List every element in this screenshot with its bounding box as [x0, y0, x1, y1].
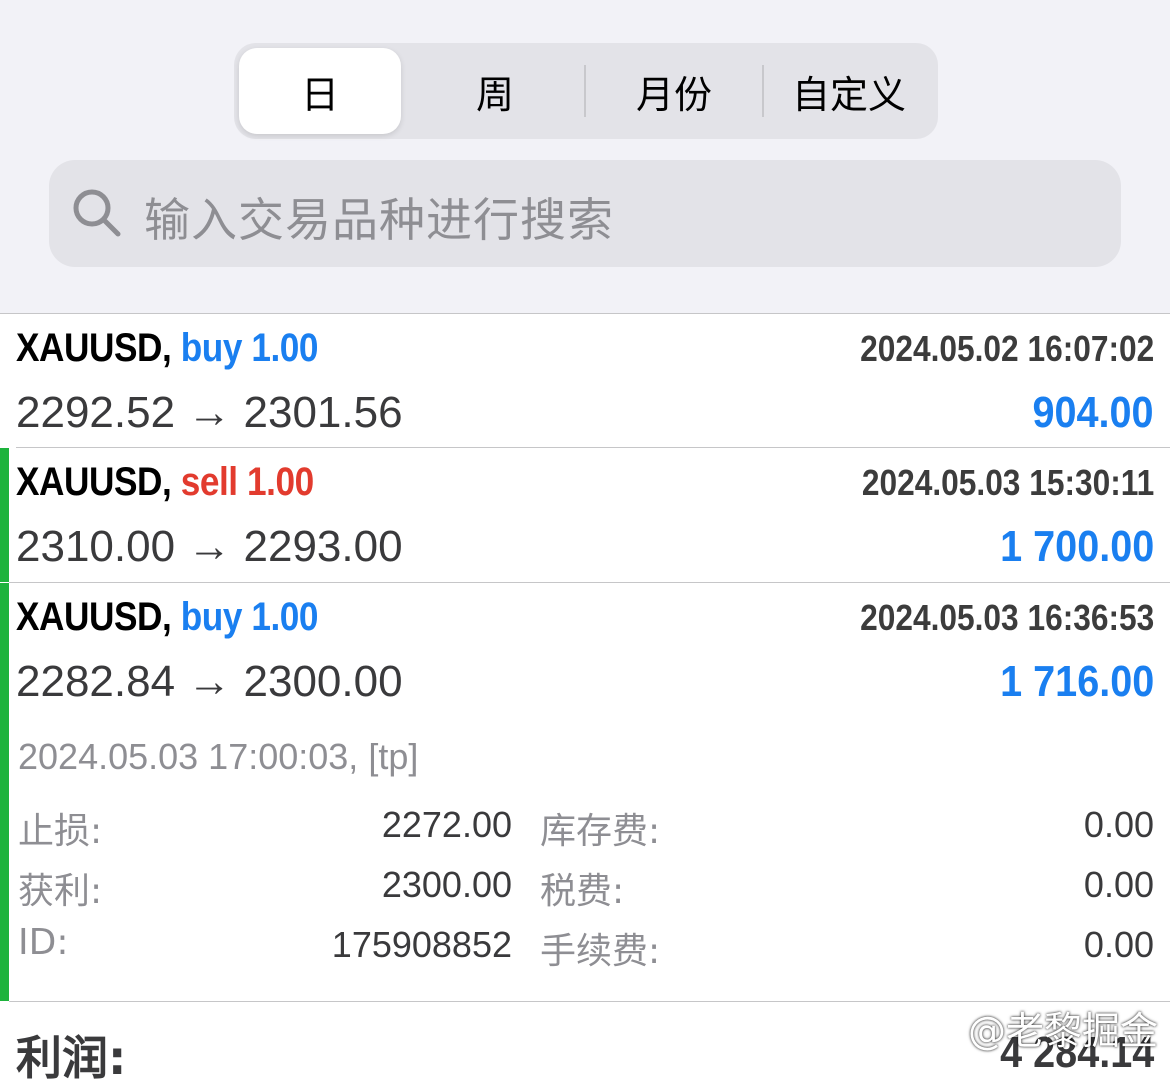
close-time-reason: 2024.05.03 17:00:03, [tp] — [18, 736, 419, 777]
tab-day[interactable]: 日 — [239, 48, 401, 134]
trade-direction: sell — [180, 460, 238, 504]
tab-month[interactable]: 月份 — [586, 48, 762, 134]
tab-custom[interactable]: 自定义 — [764, 48, 934, 134]
tax-value: 0.00 — [1083, 864, 1154, 905]
sl-value: 2272.00 — [381, 804, 512, 845]
trade-direction: buy — [180, 326, 243, 370]
id-value: 175908852 — [331, 924, 512, 965]
tab-week[interactable]: 周 — [406, 48, 584, 134]
trade-symbol-line: XAUUSD, sell 1.00 — [16, 460, 314, 505]
closed-indicator — [0, 448, 9, 582]
trade-time: 2024.05.03 15:30:11 — [861, 462, 1154, 503]
trade-lots: 1.00 — [251, 326, 319, 370]
commission-label: 手续费: — [540, 931, 661, 972]
tp-value: 2300.00 — [381, 864, 512, 905]
period-segmented-control: 日 周 月份 自定义 — [234, 43, 938, 139]
trade-lots: 1.00 — [251, 595, 319, 639]
trade-time: 2024.05.02 16:07:02 — [859, 328, 1154, 369]
tax-label: 税费: — [540, 871, 625, 912]
divider — [0, 313, 1170, 314]
trade-symbol: XAUUSD, — [16, 326, 172, 370]
id-label: ID: — [18, 922, 69, 963]
divider — [16, 447, 1170, 448]
trade-lots: 1.00 — [247, 460, 314, 504]
trade-profit: 904.00 — [1032, 388, 1154, 437]
trade-time: 2024.05.03 16:36:53 — [859, 597, 1154, 638]
trade-symbol: XAUUSD, — [16, 595, 172, 639]
trade-prices: 2282.84 → 2300.00 — [16, 657, 403, 706]
search-placeholder: 输入交易品种进行搜索 — [144, 193, 614, 247]
trade-profit: 1 700.00 — [999, 522, 1154, 571]
watermark: @老黎掘金 — [967, 1009, 1158, 1053]
swap-label: 库存费: — [540, 811, 661, 852]
total-profit-label: 利润: — [16, 1031, 127, 1085]
divider — [9, 582, 1170, 583]
trade-symbol: XAUUSD, — [16, 460, 172, 504]
swap-value: 0.00 — [1083, 804, 1154, 845]
trade-direction: buy — [180, 595, 243, 639]
closed-indicator — [0, 583, 9, 1001]
trade-prices: 2310.00 → 2293.00 — [16, 522, 403, 571]
trade-prices: 2292.52 → 2301.56 — [16, 388, 403, 437]
sl-label: 止损: — [18, 811, 103, 852]
trade-symbol-line: XAUUSD, buy 1.00 — [16, 326, 319, 371]
commission-value: 0.00 — [1083, 924, 1154, 965]
trade-symbol-line: XAUUSD, buy 1.00 — [16, 595, 319, 640]
tp-label: 获利: — [18, 871, 103, 912]
search-icon — [73, 189, 121, 237]
trade-profit: 1 716.00 — [999, 657, 1154, 706]
